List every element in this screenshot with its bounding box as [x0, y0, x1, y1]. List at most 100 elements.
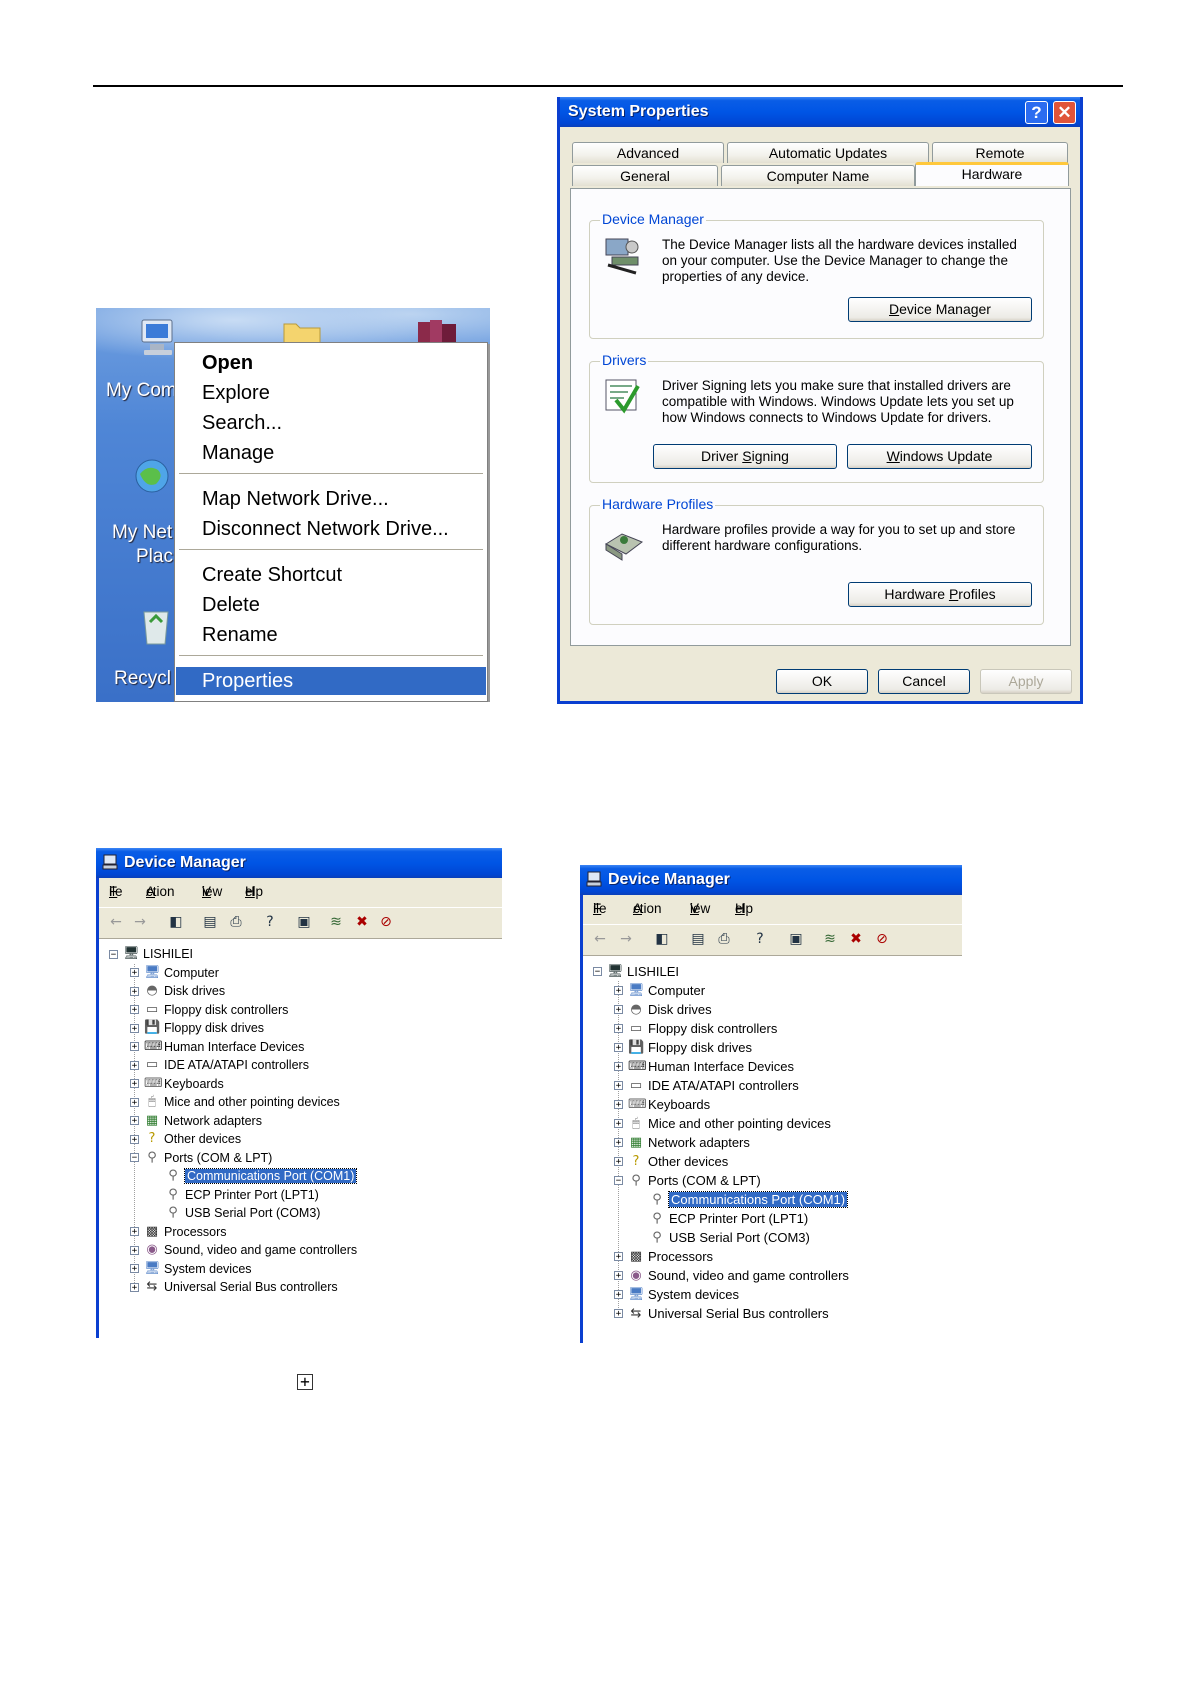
recycle-bin-icon[interactable]: [136, 604, 176, 648]
properties-icon[interactable]: ▤: [689, 931, 707, 947]
tree-root-computer[interactable]: LISHILEI: [143, 945, 193, 964]
device-manager-button[interactable]: Device Manager: [848, 297, 1032, 322]
expand-plus-icon[interactable]: +: [130, 1023, 139, 1033]
tree-category[interactable]: Floppy disk drives: [648, 1038, 752, 1057]
tree-category[interactable]: IDE ATA/ATAPI controllers: [648, 1076, 799, 1095]
expand-plus-icon[interactable]: +: [130, 1060, 139, 1070]
scan-hardware-icon[interactable]: ▣: [787, 931, 805, 947]
help-icon[interactable]: ?: [261, 914, 279, 930]
menu-item-disconnect-network-drive[interactable]: Disconnect Network Drive...: [176, 515, 486, 543]
tree-port-item[interactable]: ECP Printer Port (LPT1): [669, 1209, 808, 1228]
expand-plus-icon[interactable]: +: [614, 1062, 623, 1072]
help-button[interactable]: ?: [1025, 101, 1048, 124]
expand-plus-icon[interactable]: +: [614, 986, 623, 996]
tab-advanced[interactable]: Advanced: [572, 142, 724, 163]
expand-plus-icon[interactable]: +: [130, 1116, 139, 1126]
hardware-profiles-button[interactable]: Hardware Profiles: [848, 582, 1032, 607]
expand-plus-icon[interactable]: +: [614, 1309, 623, 1319]
tree-root-computer[interactable]: LISHILEI: [627, 962, 679, 981]
tree-category[interactable]: Keyboards: [648, 1095, 710, 1114]
expand-plus-icon[interactable]: +: [130, 1042, 139, 1052]
expand-plus-icon[interactable]: +: [130, 986, 139, 996]
tree-category[interactable]: Other devices: [648, 1152, 728, 1171]
menu-item-explore[interactable]: Explore: [176, 379, 486, 407]
uninstall-icon[interactable]: ✖: [353, 914, 371, 930]
back-arrow-icon[interactable]: ←: [591, 931, 609, 947]
expand-plus-icon[interactable]: +: [614, 1271, 623, 1281]
tree-category[interactable]: Sound, video and game controllers: [164, 1241, 357, 1260]
tree-category[interactable]: Universal Serial Bus controllers: [164, 1278, 338, 1297]
scan-hardware-icon[interactable]: ▣: [295, 914, 313, 930]
collapse-minus-icon[interactable]: −: [130, 1153, 139, 1163]
tree-category[interactable]: Floppy disk drives: [164, 1019, 264, 1038]
expand-plus-icon[interactable]: +: [130, 1097, 139, 1107]
expand-plus-icon[interactable]: +: [614, 1100, 623, 1110]
expand-plus-icon[interactable]: +: [130, 1245, 139, 1255]
driver-signing-button[interactable]: Driver Signing: [653, 444, 837, 469]
tree-category[interactable]: Mice and other pointing devices: [164, 1093, 340, 1112]
menu-item-rename[interactable]: Rename: [176, 621, 486, 649]
update-driver-icon[interactable]: ≋: [821, 931, 839, 947]
menu-item-map-network-drive[interactable]: Map Network Drive...: [176, 485, 486, 513]
expand-plus-icon[interactable]: +: [614, 1157, 623, 1167]
tree-port-item[interactable]: Communications Port (COM1): [183, 1167, 358, 1186]
tree-category[interactable]: Floppy disk controllers: [648, 1019, 777, 1038]
tree-port-item[interactable]: ECP Printer Port (LPT1): [185, 1186, 319, 1205]
expand-plus-icon[interactable]: +: [614, 1024, 623, 1034]
tree-category[interactable]: Ports (COM & LPT): [164, 1149, 272, 1168]
apply-button[interactable]: Apply: [980, 669, 1072, 694]
tree-category[interactable]: Network adapters: [164, 1112, 262, 1131]
show-hide-tree-icon[interactable]: ◧: [167, 914, 185, 930]
windows-update-button[interactable]: Windows Update: [847, 444, 1032, 469]
tree-category[interactable]: Human Interface Devices: [164, 1038, 304, 1057]
disable-icon[interactable]: ⊘: [873, 931, 891, 947]
tree-category[interactable]: Universal Serial Bus controllers: [648, 1304, 829, 1323]
properties-icon[interactable]: ▤: [201, 914, 219, 930]
tree-category[interactable]: Human Interface Devices: [648, 1057, 794, 1076]
help-icon[interactable]: ?: [751, 931, 769, 947]
tree-category[interactable]: Mice and other pointing devices: [648, 1114, 831, 1133]
tab-automatic-updates[interactable]: Automatic Updates: [727, 142, 929, 163]
uninstall-icon[interactable]: ✖: [847, 931, 865, 947]
expand-plus-icon[interactable]: +: [130, 968, 139, 978]
tree-port-item[interactable]: USB Serial Port (COM3): [185, 1204, 320, 1223]
update-driver-icon[interactable]: ≋: [327, 914, 345, 930]
tree-category[interactable]: Disk drives: [164, 982, 225, 1001]
close-button[interactable]: ✕: [1053, 101, 1076, 124]
menu-item-delete[interactable]: Delete: [176, 591, 486, 619]
expand-plus-icon[interactable]: +: [130, 1227, 139, 1237]
collapse-minus-icon[interactable]: −: [109, 949, 118, 959]
tree-category[interactable]: Sound, video and game controllers: [648, 1266, 849, 1285]
expand-plus-icon[interactable]: +: [614, 1290, 623, 1300]
tree-category[interactable]: Ports (COM & LPT): [648, 1171, 761, 1190]
expand-plus-icon[interactable]: +: [130, 1005, 139, 1015]
forward-arrow-icon[interactable]: →: [131, 914, 149, 930]
ok-button[interactable]: OK: [776, 669, 868, 694]
tree-category[interactable]: Keyboards: [164, 1075, 224, 1094]
tab-computer-name[interactable]: Computer Name: [721, 165, 915, 186]
expand-plus-icon[interactable]: +: [130, 1134, 139, 1144]
expand-plus-icon[interactable]: +: [614, 1005, 623, 1015]
menu-item-properties[interactable]: Properties: [176, 667, 486, 695]
collapse-minus-icon[interactable]: −: [593, 967, 602, 977]
tree-category[interactable]: Computer: [648, 981, 705, 1000]
tree-category[interactable]: Floppy disk controllers: [164, 1001, 288, 1020]
menu-item-create-shortcut[interactable]: Create Shortcut: [176, 561, 486, 589]
tab-remote[interactable]: Remote: [932, 142, 1068, 163]
tree-category[interactable]: Processors: [164, 1223, 227, 1242]
expand-plus-icon[interactable]: +: [614, 1081, 623, 1091]
expand-plus-icon[interactable]: +: [130, 1079, 139, 1089]
tree-port-item[interactable]: USB Serial Port (COM3): [669, 1228, 810, 1247]
my-network-places-icon[interactable]: [132, 456, 176, 500]
show-hide-tree-icon[interactable]: ◧: [653, 931, 671, 947]
expand-plus-icon[interactable]: +: [614, 1138, 623, 1148]
tree-port-item[interactable]: Communications Port (COM1): [667, 1190, 849, 1209]
collapse-minus-icon[interactable]: −: [614, 1176, 623, 1186]
expand-plus-icon[interactable]: +: [614, 1119, 623, 1129]
tree-category[interactable]: Processors: [648, 1247, 713, 1266]
expand-plus-icon[interactable]: +: [130, 1282, 139, 1292]
tree-category[interactable]: Computer: [164, 964, 219, 983]
menu-item-search[interactable]: Search...: [176, 409, 486, 437]
tree-category[interactable]: Disk drives: [648, 1000, 712, 1019]
tab-hardware[interactable]: Hardware: [915, 162, 1069, 186]
